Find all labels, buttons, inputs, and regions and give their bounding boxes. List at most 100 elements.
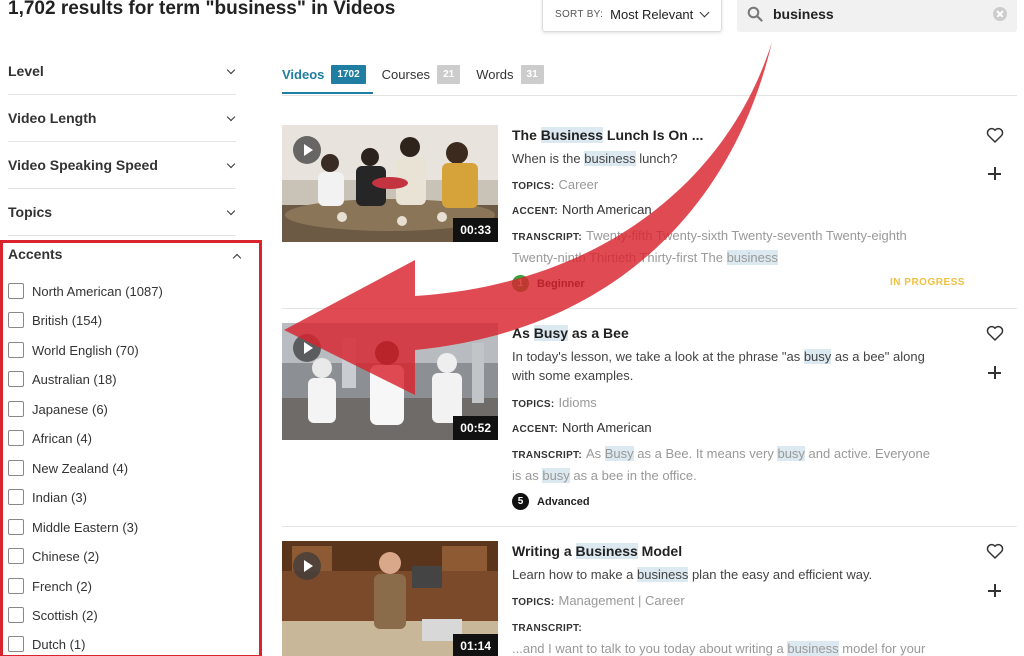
accent-option-japanese[interactable]: Japanese (6) <box>8 400 108 418</box>
filter-video-speaking-speed[interactable]: Video Speaking Speed <box>8 142 236 189</box>
accent-option-british[interactable]: British (154) <box>8 311 102 329</box>
filter-label: Video Length <box>8 110 97 126</box>
accent-option-french[interactable]: French (2) <box>8 577 92 595</box>
video-transcript: TRANSCRIPT: Twenty-fifth Twenty-sixth Twe… <box>512 226 932 268</box>
search-highlight: business <box>787 641 839 656</box>
tab-courses[interactable]: Courses 21 <box>382 60 461 88</box>
desc-text: In today's lesson, we take a look at the… <box>512 349 804 364</box>
level-badge: 1 Beginner <box>512 275 585 292</box>
add-icon[interactable] <box>988 584 1002 598</box>
accent-option-african[interactable]: African (4) <box>8 429 92 447</box>
topics-value: Management | Career <box>558 593 685 608</box>
video-thumbnail[interactable]: 01:14 <box>282 541 498 656</box>
accent-option-north-american[interactable]: North American (1087) <box>8 282 163 300</box>
search-highlight: busy <box>777 446 805 461</box>
title-text: As <box>512 325 534 341</box>
video-duration: 00:52 <box>453 416 498 440</box>
title-text: as a Bee <box>568 325 629 341</box>
accent-option-australian[interactable]: Australian (18) <box>8 370 117 388</box>
heart-icon[interactable] <box>986 324 1004 342</box>
video-title[interactable]: As Busy as a Bee <box>512 325 629 341</box>
search-highlight: busy <box>803 349 832 364</box>
desc-text: When is the <box>512 151 585 166</box>
video-duration: 00:33 <box>453 218 498 242</box>
checkbox[interactable] <box>8 401 24 417</box>
video-duration: 01:14 <box>453 634 498 656</box>
filter-level[interactable]: Level <box>8 48 236 95</box>
video-card: 01:14 Writing a Business Model Learn how… <box>282 541 1017 656</box>
video-description: In today's lesson, we take a look at the… <box>512 347 942 385</box>
checkbox[interactable] <box>8 607 24 623</box>
accent-option-scottish[interactable]: Scottish (2) <box>8 606 98 624</box>
meta-key: ACCENT: <box>512 424 558 435</box>
divider <box>282 526 1017 527</box>
topics-value: Idioms <box>558 395 597 410</box>
checkbox[interactable] <box>8 548 24 564</box>
title-text: Lunch Is On ... <box>603 127 704 143</box>
accent-option-label: Australian (18) <box>32 371 117 387</box>
play-icon[interactable] <box>293 334 321 362</box>
chevron-down-icon <box>226 112 236 122</box>
checkbox[interactable] <box>8 342 24 358</box>
checkbox[interactable] <box>8 636 24 652</box>
video-thumbnail[interactable]: 00:33 <box>282 125 498 242</box>
meta-key: TOPICS: <box>512 597 555 608</box>
desc-text: plan the easy and efficient way. <box>688 567 873 582</box>
accent-option-label: African (4) <box>32 430 92 446</box>
level-badge: 5 Advanced <box>512 493 590 510</box>
accent-option-label: Chinese (2) <box>32 548 100 564</box>
accent-option-middle-eastern[interactable]: Middle Eastern (3) <box>8 518 138 536</box>
accent-option-dutch[interactable]: Dutch (1) <box>8 635 85 653</box>
video-accent: ACCENT: North American <box>512 202 652 217</box>
transcript-text: As <box>585 446 605 461</box>
heart-icon[interactable] <box>986 126 1004 144</box>
level-number: 1 <box>512 275 529 292</box>
accent-option-indian[interactable]: Indian (3) <box>8 488 87 506</box>
play-icon[interactable] <box>293 136 321 164</box>
tab-words[interactable]: Words 31 <box>476 60 544 88</box>
sort-dropdown[interactable]: SORT BY: Most Relevant <box>542 0 722 32</box>
accent-option-label: North American (1087) <box>32 283 163 299</box>
search-highlight: Busy <box>604 446 634 461</box>
checkbox[interactable] <box>8 430 24 446</box>
result-tabs: Videos 1702 Courses 21 Words 31 <box>282 60 560 88</box>
video-title[interactable]: Writing a Business Model <box>512 543 682 559</box>
search-bar <box>737 0 1017 32</box>
video-title[interactable]: The Business Lunch Is On ... <box>512 127 703 143</box>
filter-video-length[interactable]: Video Length <box>8 95 236 142</box>
heart-icon[interactable] <box>986 542 1004 560</box>
meta-key: TRANSCRIPT: <box>512 623 582 634</box>
accent-option-label: British (154) <box>32 312 103 328</box>
checkbox[interactable] <box>8 519 24 535</box>
filter-label: Topics <box>8 204 53 220</box>
filter-accents[interactable]: Accents <box>8 246 242 272</box>
checkbox[interactable] <box>8 312 24 328</box>
divider <box>282 95 1017 96</box>
video-topics: TOPICS: Career <box>512 177 598 192</box>
checkbox[interactable] <box>8 489 24 505</box>
desc-text: lunch? <box>635 151 678 166</box>
search-input[interactable] <box>773 6 973 22</box>
play-icon[interactable] <box>293 552 321 580</box>
checkbox[interactable] <box>8 371 24 387</box>
video-thumbnail[interactable]: 00:52 <box>282 323 498 440</box>
search-highlight: business <box>637 567 689 582</box>
checkbox[interactable] <box>8 460 24 476</box>
filter-label: Accents <box>8 246 63 262</box>
checkbox[interactable] <box>8 283 24 299</box>
accent-option-chinese[interactable]: Chinese (2) <box>8 547 99 565</box>
chevron-down-icon <box>226 65 236 75</box>
accent-option-new-zealand[interactable]: New Zealand (4) <box>8 459 128 477</box>
chevron-down-icon <box>226 206 236 216</box>
clear-search-icon[interactable] <box>993 7 1007 21</box>
accent-option-label: Indian (3) <box>32 489 87 505</box>
filter-topics[interactable]: Topics <box>8 189 236 236</box>
accent-option-world-english[interactable]: World English (70) <box>8 341 139 359</box>
search-highlight: business <box>584 151 636 166</box>
checkbox[interactable] <box>8 578 24 594</box>
tab-videos[interactable]: Videos 1702 <box>282 60 366 88</box>
add-icon[interactable] <box>988 167 1002 181</box>
add-icon[interactable] <box>988 366 1002 380</box>
accent-option-label: Japanese (6) <box>32 401 108 417</box>
accent-option-label: Middle Eastern (3) <box>32 519 139 535</box>
